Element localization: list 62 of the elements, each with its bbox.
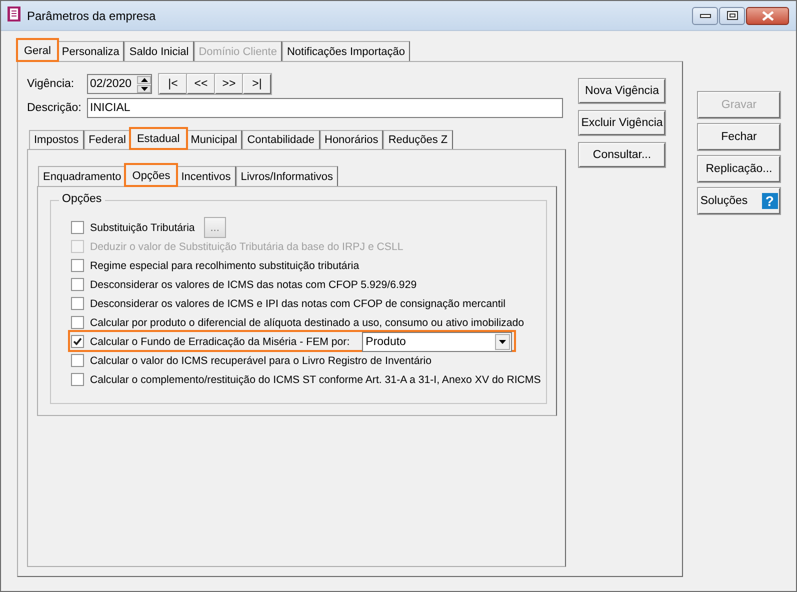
- option-label: Desconsiderar os valores de ICMS e IPI das notas com CFOP de consignação mercantil: [90, 298, 506, 310]
- tab[interactable]: Contabilidade: [242, 130, 320, 149]
- checkbox[interactable]: [71, 297, 84, 310]
- close-button[interactable]: [746, 6, 789, 24]
- checkbox[interactable]: [71, 354, 84, 367]
- checkbox[interactable]: [71, 335, 84, 348]
- dropdown[interactable]: Produto: [362, 332, 512, 352]
- tab[interactable]: Federal: [84, 130, 131, 149]
- checkbox[interactable]: [71, 373, 84, 386]
- tab[interactable]: Notificações Importação: [282, 41, 410, 61]
- up-arrow-icon: [140, 78, 148, 82]
- tab[interactable]: Estadual: [130, 128, 187, 149]
- tab[interactable]: Impostos: [29, 130, 84, 149]
- action-button[interactable]: Fechar: [698, 124, 780, 150]
- tab[interactable]: Municipal: [186, 130, 242, 149]
- caret-icon: [494, 334, 510, 350]
- spin-up-button[interactable]: [137, 76, 151, 84]
- maximize-icon: [726, 11, 738, 20]
- nav-button[interactable]: >|: [243, 74, 271, 94]
- help-icon: ?: [762, 193, 778, 209]
- maximize-button[interactable]: [719, 6, 745, 24]
- minimize-icon: [700, 14, 710, 18]
- ellipsis-button[interactable]: ...: [204, 217, 226, 238]
- tab[interactable]: Enquadramento: [38, 166, 126, 186]
- window-title: Parâmetros da empresa: [27, 8, 157, 22]
- nav-button[interactable]: <<: [187, 74, 215, 94]
- tab[interactable]: Saldo Inicial: [124, 41, 194, 61]
- down-arrow-icon: [140, 86, 148, 90]
- checkbox[interactable]: [71, 221, 84, 234]
- tab[interactable]: Personaliza: [56, 41, 124, 61]
- date-spin-field[interactable]: 02/2020: [87, 74, 152, 94]
- option-label: Regime especial para recolhimento substituição tributária: [90, 260, 360, 272]
- minimize-button[interactable]: [692, 6, 718, 24]
- checkbox[interactable]: [71, 278, 84, 291]
- nav-button[interactable]: |<: [159, 74, 187, 94]
- action-button[interactable]: Soluções ?: [698, 188, 780, 214]
- checkbox[interactable]: [71, 316, 84, 329]
- option-label: Calcular o Fundo de Erradicação da Miséria - FEM por:: [90, 336, 350, 348]
- tab[interactable]: Reduções Z: [383, 130, 453, 149]
- option-label: Desconsiderar os valores de ICMS das notas com CFOP 5.929/6.929: [90, 278, 417, 290]
- tab[interactable]: Opções: [125, 164, 178, 186]
- field-label: Vigência:: [27, 78, 76, 90]
- spin-down-button[interactable]: [137, 84, 151, 92]
- close-icon: [762, 10, 774, 20]
- group-title: Opções: [59, 193, 105, 205]
- option-label: Calcular o valor do ICMS recuperável para o Livro Registro de Inventário: [90, 354, 432, 366]
- action-button[interactable]: Nova Vigência: [579, 79, 665, 103]
- checkbox[interactable]: [71, 259, 84, 272]
- tab[interactable]: Honorários: [320, 130, 384, 149]
- option-label: Calcular o complemento/restituição do ICMS ST conforme Art. 31-A a 31-I, Anexo XV do RICMS: [90, 374, 541, 386]
- option-label: Substituição Tributária: [90, 222, 195, 234]
- action-button[interactable]: Consultar...: [579, 143, 665, 167]
- nav-button[interactable]: >>: [215, 74, 243, 94]
- option-label: Deduzir o valor de Substituição Tributária da base do IRPJ e CSLL: [90, 240, 404, 252]
- tab[interactable]: Incentivos: [176, 166, 236, 186]
- tab[interactable]: Livros/Informativos: [236, 166, 338, 186]
- option-label: Calcular por produto o diferencial de alíquota destinado a uso, consumo ou ativo imobilizado: [90, 316, 524, 328]
- field-label: Descrição:: [27, 102, 82, 114]
- action-button[interactable]: Replicação...: [698, 156, 780, 182]
- description-field[interactable]: INICIAL: [87, 98, 563, 118]
- tab[interactable]: Geral: [17, 39, 58, 61]
- action-button[interactable]: Excluir Vigência: [579, 111, 665, 135]
